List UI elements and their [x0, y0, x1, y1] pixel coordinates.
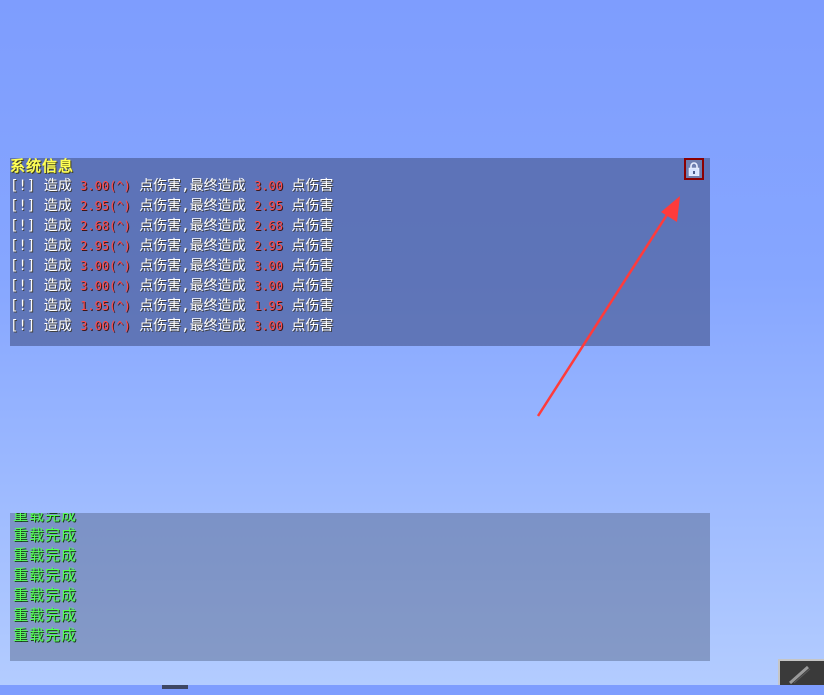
- line-raw-damage: 2.95(^): [80, 239, 131, 253]
- line-raw-damage: 3.00(^): [80, 259, 131, 273]
- line-final-damage: 3.00: [254, 179, 283, 193]
- line-prefix: [!]: [10, 258, 36, 274]
- line-middle-text: 点伤害,最终造成: [139, 258, 246, 274]
- line-verb: 造成: [43, 278, 72, 294]
- sword-item-icon: [789, 665, 811, 685]
- line-suffix: 点伤害: [291, 298, 334, 314]
- line-suffix: 点伤害: [291, 258, 334, 274]
- line-middle-text: 点伤害,最终造成: [139, 198, 246, 214]
- chat-line: [!] 造成 2.95(^) 点伤害,最终造成 2.95 点伤害: [10, 236, 333, 256]
- line-verb: 造成: [43, 298, 72, 314]
- chat-line: [!] 造成 1.95(^) 点伤害,最终造成 1.95 点伤害: [10, 296, 333, 316]
- line-verb: 造成: [43, 318, 72, 334]
- line-raw-damage: 1.95(^): [80, 299, 131, 313]
- line-prefix: [!]: [10, 198, 36, 214]
- reload-chat-panel: 重载完成 重载完成 重载完成 重载完成 重载完成 重载完成 重载完成: [10, 513, 710, 661]
- system-chat-panel: 系统信息 [!] 造成 3.00(^) 点伤害,最终造成 3.00 点伤害 [!]…: [10, 157, 710, 346]
- chat-line: [!] 造成 2.68(^) 点伤害,最终造成 2.68 点伤害: [10, 216, 333, 236]
- item-name-glyphs-icon: [162, 685, 188, 689]
- hotbar-slot[interactable]: [778, 659, 824, 685]
- line-prefix: [!]: [10, 298, 36, 314]
- reload-line: 重载完成: [13, 606, 78, 624]
- line-verb: 造成: [43, 258, 72, 274]
- line-raw-damage: 3.00(^): [80, 279, 131, 293]
- line-final-damage: 3.00: [254, 259, 283, 273]
- chat-line: [!] 造成 3.00(^) 点伤害,最终造成 3.00 点伤害: [10, 256, 333, 276]
- line-middle-text: 点伤害,最终造成: [139, 218, 246, 234]
- line-raw-damage: 3.00(^): [80, 179, 131, 193]
- reload-line: 重载完成: [13, 566, 78, 584]
- line-verb: 造成: [43, 218, 72, 234]
- line-middle-text: 点伤害,最终造成: [139, 318, 246, 334]
- line-suffix: 点伤害: [291, 238, 334, 254]
- chat-line: [!] 造成 3.00(^) 点伤害,最终造成 3.00 点伤害: [10, 176, 333, 196]
- chat-line: [!] 造成 3.00(^) 点伤害,最终造成 3.00 点伤害: [10, 276, 333, 296]
- held-item-label: [160, 676, 192, 689]
- line-final-damage: 3.00: [254, 279, 283, 293]
- line-raw-damage: 2.68(^): [80, 219, 131, 233]
- line-middle-text: 点伤害,最终造成: [139, 298, 246, 314]
- line-prefix: [!]: [10, 178, 36, 194]
- line-final-damage: 2.68: [254, 219, 283, 233]
- line-suffix: 点伤害: [291, 278, 334, 294]
- reload-line: 重载完成: [13, 513, 78, 524]
- chat-line: [!] 造成 2.95(^) 点伤害,最终造成 2.95 点伤害: [10, 196, 333, 216]
- chat-line: [!] 造成 3.00(^) 点伤害,最终造成 3.00 点伤害: [10, 316, 333, 336]
- reload-line: 重载完成: [13, 626, 78, 644]
- system-chat-lines: [!] 造成 3.00(^) 点伤害,最终造成 3.00 点伤害 [!] 造成 2…: [10, 176, 333, 336]
- reload-line: 重载完成: [13, 546, 78, 564]
- line-final-damage: 1.95: [254, 299, 283, 313]
- line-suffix: 点伤害: [291, 218, 334, 234]
- line-suffix: 点伤害: [291, 318, 334, 334]
- line-suffix: 点伤害: [291, 178, 334, 194]
- line-suffix: 点伤害: [291, 198, 334, 214]
- reload-line: 重载完成: [13, 586, 78, 604]
- line-verb: 造成: [43, 178, 72, 194]
- line-verb: 造成: [43, 238, 72, 254]
- line-prefix: [!]: [10, 238, 36, 254]
- line-raw-damage: 3.00(^): [80, 319, 131, 333]
- line-raw-damage: 2.95(^): [80, 199, 131, 213]
- line-middle-text: 点伤害,最终造成: [139, 278, 246, 294]
- lock-button[interactable]: [684, 158, 704, 180]
- line-prefix: [!]: [10, 318, 36, 334]
- line-final-damage: 2.95: [254, 199, 283, 213]
- line-middle-text: 点伤害,最终造成: [139, 238, 246, 254]
- line-final-damage: 3.00: [254, 319, 283, 333]
- line-final-damage: 2.95: [254, 239, 283, 253]
- line-prefix: [!]: [10, 278, 36, 294]
- system-chat-title: 系统信息: [10, 157, 75, 175]
- reload-line: 重载完成: [13, 526, 78, 544]
- line-verb: 造成: [43, 198, 72, 214]
- line-prefix: [!]: [10, 218, 36, 234]
- reload-chat-lines: 重载完成 重载完成 重载完成 重载完成 重载完成 重载完成 重载完成: [13, 513, 77, 645]
- lock-icon: [688, 162, 700, 176]
- line-middle-text: 点伤害,最终造成: [139, 178, 246, 194]
